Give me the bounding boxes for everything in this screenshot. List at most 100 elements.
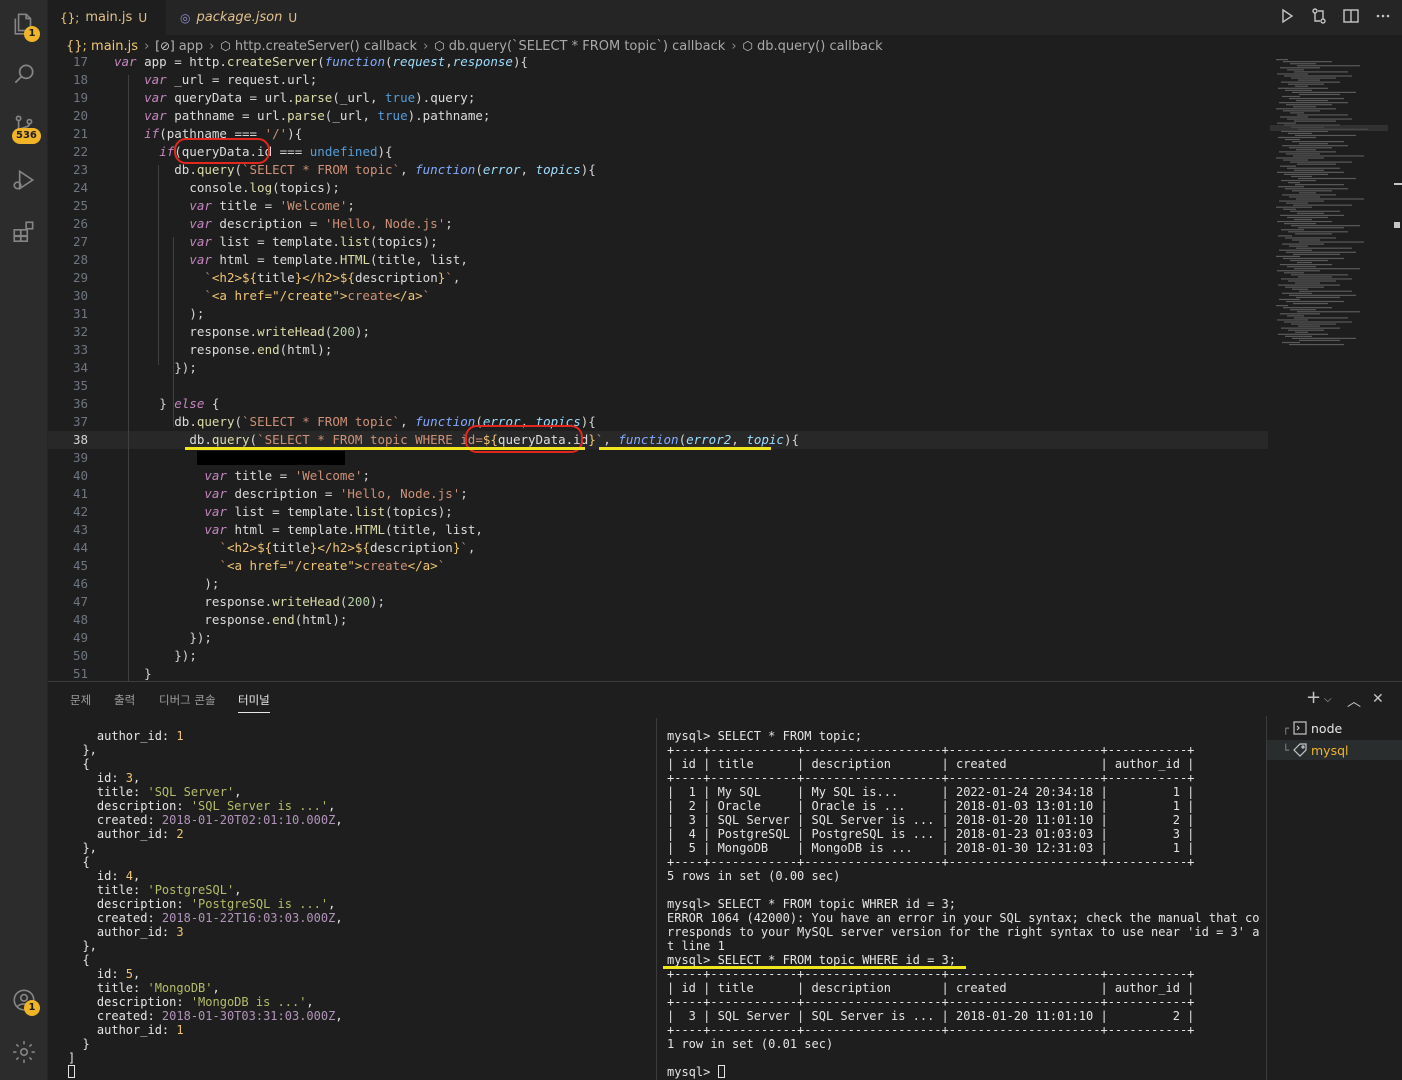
code-line[interactable]: 43 var html = template.HTML(title, list,: [48, 521, 1268, 539]
code-line[interactable]: 32 response.writeHead(200);: [48, 323, 1268, 341]
minimap-line: [1299, 339, 1340, 342]
code-line[interactable]: 25 var title = 'Welcome';: [48, 197, 1268, 215]
minimap-line: [1296, 247, 1352, 249]
minimap-line: [1276, 59, 1288, 61]
code-line[interactable]: 45 `<a href="/create">create</a>`: [48, 557, 1268, 575]
terminal-item-node[interactable]: ┌ node: [1267, 718, 1402, 738]
line-code: response.end(html);: [189, 342, 333, 357]
annotation-underline-query: [185, 447, 585, 450]
breadcrumb-create-server[interactable]: http.createServer() callback: [235, 39, 417, 54]
minimap-line: [1277, 171, 1344, 173]
breadcrumb-file[interactable]: {}; main.js: [66, 39, 138, 54]
line-number: 34: [72, 360, 88, 375]
minimap-line: [1279, 151, 1336, 153]
code-line[interactable]: 17 var app = http.createServer(function(r…: [48, 57, 1268, 71]
source-control-icon[interactable]: 536: [0, 104, 48, 148]
minimap-line: [1287, 266, 1316, 268]
code-line[interactable]: 34 });: [48, 359, 1268, 377]
code-line[interactable]: 24 console.log(topics);: [48, 179, 1268, 197]
line-number: 21: [72, 126, 88, 141]
minimap-line: [1284, 173, 1328, 175]
minimap-line: [1288, 329, 1324, 331]
minimap-line: [1295, 282, 1320, 284]
line-number: 25: [72, 198, 88, 213]
minimap-line: [1284, 321, 1352, 323]
settings-gear-icon[interactable]: [0, 1030, 48, 1074]
code-editor[interactable]: 17 var app = http.createServer(function(r…: [48, 57, 1268, 681]
editor-actions: [1278, 7, 1392, 25]
compare-changes-icon[interactable]: [1310, 7, 1328, 25]
minimap[interactable]: [1270, 57, 1388, 681]
code-line[interactable]: 40 var title = 'Welcome';: [48, 467, 1268, 485]
tab-terminal[interactable]: 터미널: [238, 692, 270, 708]
terminal-mysql-output[interactable]: mysql> SELECT * FROM topic; +----+------…: [667, 729, 1259, 1079]
tab-main-js[interactable]: {}; main.js U: [48, 0, 166, 35]
search-icon[interactable]: [0, 52, 48, 96]
minimap-line: [1276, 206, 1312, 208]
terminal-node-output[interactable]: author_id: 1 }, { id: 3, title: 'SQL Ser…: [68, 729, 343, 1079]
terminal-item-mysql[interactable]: └ mysql: [1267, 740, 1402, 760]
line-code: response.end(html);: [204, 612, 348, 627]
breadcrumb: {}; main.js › [⊘] app › ⬡ http.createSer…: [48, 35, 1268, 57]
breadcrumb-db-query-callback[interactable]: db.query() callback: [757, 39, 883, 54]
code-line[interactable]: 36 } else {: [48, 395, 1268, 413]
explorer-icon[interactable]: 1: [0, 2, 48, 46]
line-number: 42: [72, 504, 88, 519]
code-line[interactable]: 20 var pathname = url.parse(_url, true).…: [48, 107, 1268, 125]
run-debug-icon[interactable]: [0, 158, 48, 202]
editor-scrollbar[interactable]: [1388, 57, 1402, 681]
line-code: response.writeHead(200);: [204, 594, 386, 609]
code-line[interactable]: 35: [48, 377, 1268, 395]
more-actions-icon[interactable]: [1374, 7, 1392, 25]
line-number: 31: [72, 306, 88, 321]
new-terminal-plus-icon[interactable]: +: [1306, 687, 1321, 708]
extensions-icon[interactable]: [0, 210, 48, 254]
minimap-line: [1291, 323, 1336, 325]
code-line[interactable]: 18 var _url = request.url;: [48, 71, 1268, 89]
minimap-line: [1280, 116, 1308, 118]
minimap-line: [1290, 210, 1340, 212]
code-line[interactable]: 41 var description = 'Hello, Node.js';: [48, 485, 1268, 503]
line-code: } else {: [159, 396, 220, 411]
minimap-line: [1296, 198, 1364, 200]
minimap-line: [1281, 229, 1304, 231]
minimap-line: [1279, 200, 1324, 202]
maximize-panel-chevron-up-icon[interactable]: ︿: [1347, 691, 1361, 711]
code-line[interactable]: 31 );: [48, 305, 1268, 323]
code-line[interactable]: 51 }: [48, 665, 1268, 681]
tab-debug-console[interactable]: 디버그 콘솔: [159, 692, 216, 708]
code-line[interactable]: 47 response.writeHead(200);: [48, 593, 1268, 611]
code-line[interactable]: 27 var list = template.list(topics);: [48, 233, 1268, 251]
code-line[interactable]: 30 `<a href="/create">create</a>`: [48, 287, 1268, 305]
code-line[interactable]: 44 `<h2>${title}</h2>${description}`,: [48, 539, 1268, 557]
split-editor-icon[interactable]: [1342, 7, 1360, 25]
tab-output[interactable]: 출력: [114, 692, 135, 708]
run-icon[interactable]: [1278, 7, 1296, 25]
code-line[interactable]: 42 var list = template.list(topics);: [48, 503, 1268, 521]
code-line[interactable]: 37 db.query(`SELECT * FROM topic`, funct…: [48, 413, 1268, 431]
minimap-line: [1289, 343, 1344, 346]
breadcrumb-app[interactable]: app: [179, 39, 203, 54]
tab-package-json[interactable]: ◎ package.json U: [168, 0, 308, 35]
line-number: 51: [72, 666, 88, 681]
chevron-down-icon[interactable]: ⌵: [1324, 694, 1332, 705]
accounts-badge: 1: [24, 1000, 40, 1016]
code-line[interactable]: 46 );: [48, 575, 1268, 593]
code-line[interactable]: 33 response.end(html);: [48, 341, 1268, 359]
minimap-line: [1293, 106, 1316, 108]
accounts-icon[interactable]: 1: [0, 978, 48, 1022]
terminal-split-divider[interactable]: [656, 718, 657, 1080]
code-line[interactable]: 50 });: [48, 647, 1268, 665]
code-line[interactable]: 49 });: [48, 629, 1268, 647]
code-line[interactable]: 48 response.end(html);: [48, 611, 1268, 629]
tree-branch: ┌: [1282, 721, 1289, 735]
code-line[interactable]: 29 `<h2>${title}</h2>${description}`,: [48, 269, 1268, 287]
breadcrumb-db-query[interactable]: db.query(`SELECT * FROM topic`) callback: [449, 39, 726, 54]
code-line[interactable]: 26 var description = 'Hello, Node.js';: [48, 215, 1268, 233]
code-line[interactable]: 19 var queryData = url.parse(_url, true)…: [48, 89, 1268, 107]
line-code: var title = 'Welcome';: [204, 468, 370, 483]
tab-problems[interactable]: 문제: [70, 692, 91, 708]
close-panel-icon[interactable]: ✕: [1372, 691, 1384, 707]
minimap-line: [1298, 325, 1320, 327]
code-line[interactable]: 28 var html = template.HTML(title, list,: [48, 251, 1268, 269]
